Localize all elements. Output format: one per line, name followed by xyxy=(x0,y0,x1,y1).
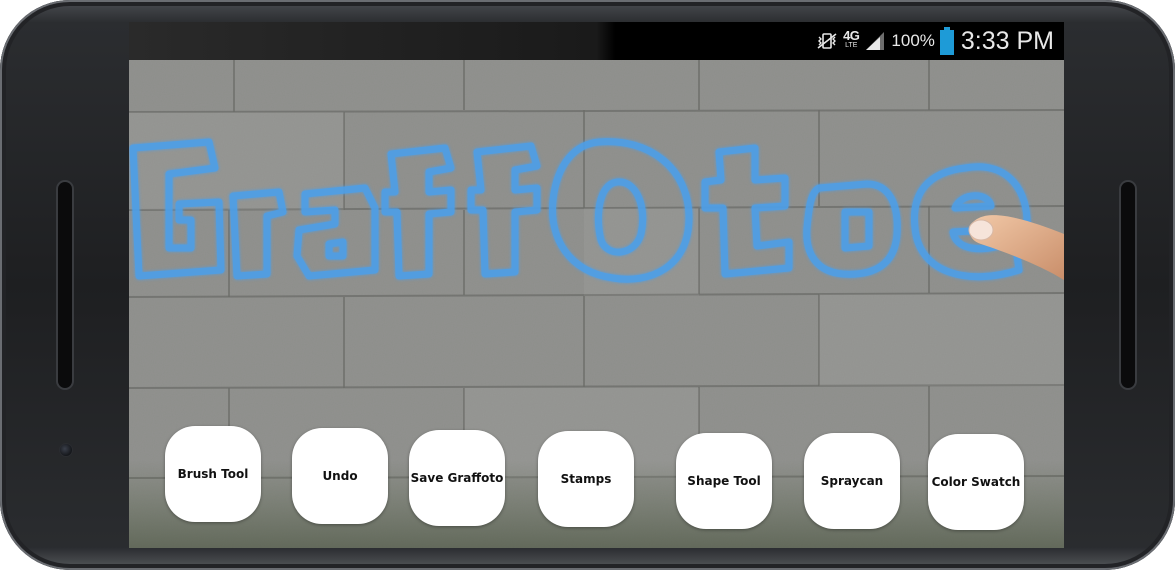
save-graffoto-button[interactable]: Save Graffoto xyxy=(409,430,505,526)
brush-tool-label: Brush Tool xyxy=(177,467,249,481)
brush-tool-button[interactable]: Brush Tool xyxy=(165,426,261,522)
network-type-label: 4G xyxy=(843,28,860,43)
undo-button[interactable]: Undo xyxy=(292,428,388,524)
front-camera xyxy=(60,444,72,456)
color-swatch-button[interactable]: Color Swatch xyxy=(928,434,1024,530)
status-bar: 4G LTE 100% 3:33 PM xyxy=(129,22,1064,60)
finger-hand-image xyxy=(968,215,1064,280)
speaker-grille-left xyxy=(58,182,72,388)
undo-label: Undo xyxy=(322,469,358,483)
stamps-button[interactable]: Stamps xyxy=(538,431,634,527)
battery-percent: 100% xyxy=(891,31,935,50)
battery-icon xyxy=(939,27,954,55)
graffiti-drawing xyxy=(129,138,1031,283)
speaker-grille-right xyxy=(1121,182,1135,388)
shape-tool-button[interactable]: Shape Tool xyxy=(676,433,772,529)
lte-data-icon: 4G LTE xyxy=(843,28,860,51)
color-swatch-label: Color Swatch xyxy=(931,475,1021,489)
stamps-label: Stamps xyxy=(560,472,612,486)
shape-tool-label: Shape Tool xyxy=(687,474,761,488)
app-screen: 4G LTE 100% 3:33 PM Brush Tool Undo Save… xyxy=(129,22,1064,548)
save-graffoto-label: Save Graffoto xyxy=(410,471,504,485)
signal-strength-icon xyxy=(864,31,886,51)
vibrate-icon xyxy=(816,32,838,50)
network-sub-label: LTE xyxy=(845,42,858,49)
spraycan-button[interactable]: Spraycan xyxy=(804,433,900,529)
phone-device-frame: 4G LTE 100% 3:33 PM Brush Tool Undo Save… xyxy=(0,0,1175,570)
spraycan-label: Spraycan xyxy=(820,474,884,488)
status-clock: 3:33 PM xyxy=(960,26,1054,55)
